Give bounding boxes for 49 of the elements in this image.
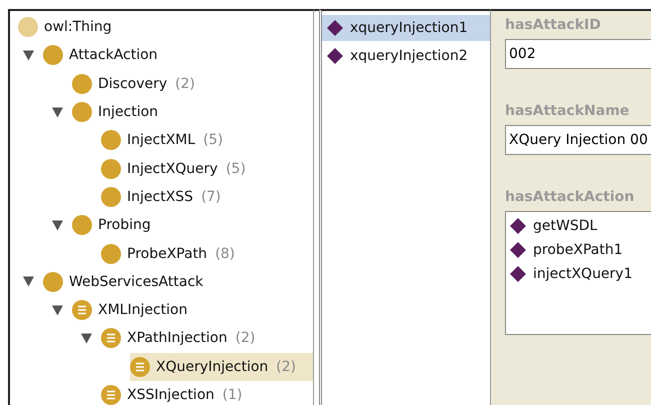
property-field[interactable]: XQuery Injection 00: [505, 125, 651, 155]
class-tree-item[interactable]: owl:Thing: [18, 13, 120, 42]
lined-circle-icon: [72, 300, 92, 320]
property-list[interactable]: getWSDL probeXPath1 injectXQuery1: [505, 211, 651, 335]
list-item[interactable]: getWSDL: [533, 218, 598, 234]
circle-icon: [101, 244, 121, 264]
circle-icon: [72, 215, 92, 236]
circle-icon: [101, 130, 121, 150]
expanded-arrow-icon[interactable]: [23, 50, 34, 61]
instance-item[interactable]: xqueryInjection1: [322, 15, 490, 41]
diamond-icon: [326, 19, 344, 37]
class-tree-item[interactable]: AttackAction: [43, 41, 166, 70]
property-label: hasAttackID: [505, 17, 602, 33]
class-tree-item[interactable]: XPathInjection (2): [101, 324, 264, 352]
class-tree-item[interactable]: Probing: [72, 211, 159, 240]
diamond-icon: [326, 47, 344, 65]
circle-icon: [43, 45, 63, 66]
instance-item[interactable]: xqueryInjection2: [322, 43, 490, 69]
expanded-arrow-icon[interactable]: [52, 106, 63, 118]
class-tree-item[interactable]: InjectXQuery (5): [101, 154, 254, 183]
circle-icon: [72, 74, 92, 94]
diamond-icon: [509, 217, 527, 235]
class-tree-item[interactable]: InjectXSS (7): [101, 182, 229, 211]
class-tree-item[interactable]: Injection: [72, 98, 166, 126]
circle-icon: [72, 102, 92, 122]
diamond-icon: [509, 265, 527, 283]
circle-icon: [101, 158, 121, 179]
class-tree-item[interactable]: WebServicesAttack: [43, 268, 212, 296]
class-tree-item[interactable]: XSSInjection (1): [101, 381, 250, 405]
class-tree-item[interactable]: InjectXML (5): [101, 126, 232, 154]
lined-circle-icon: [101, 328, 121, 348]
class-tree-item[interactable]: XMLInjection: [72, 296, 196, 324]
expanded-arrow-icon[interactable]: [23, 276, 34, 288]
class-tree-item[interactable]: XQueryInjection (2): [130, 352, 313, 381]
list-item[interactable]: probeXPath1: [533, 242, 623, 258]
circle-icon: [101, 186, 121, 207]
class-tree-item[interactable]: Discovery (2): [72, 70, 204, 98]
expanded-arrow-icon[interactable]: [52, 220, 63, 231]
list-item[interactable]: injectXQuery1: [533, 266, 632, 282]
property-field[interactable]: 002: [505, 39, 651, 69]
expanded-arrow-icon[interactable]: [52, 304, 63, 316]
circle-icon: [43, 272, 63, 292]
class-tree-item[interactable]: ProbeXPath (8): [101, 240, 243, 268]
diamond-icon: [509, 241, 527, 259]
property-label: hasAttackName: [505, 103, 630, 119]
circle-icon: [18, 17, 38, 38]
lined-circle-icon: [130, 356, 150, 377]
expanded-arrow-icon[interactable]: [81, 332, 92, 344]
property-label: hasAttackAction: [505, 189, 636, 205]
